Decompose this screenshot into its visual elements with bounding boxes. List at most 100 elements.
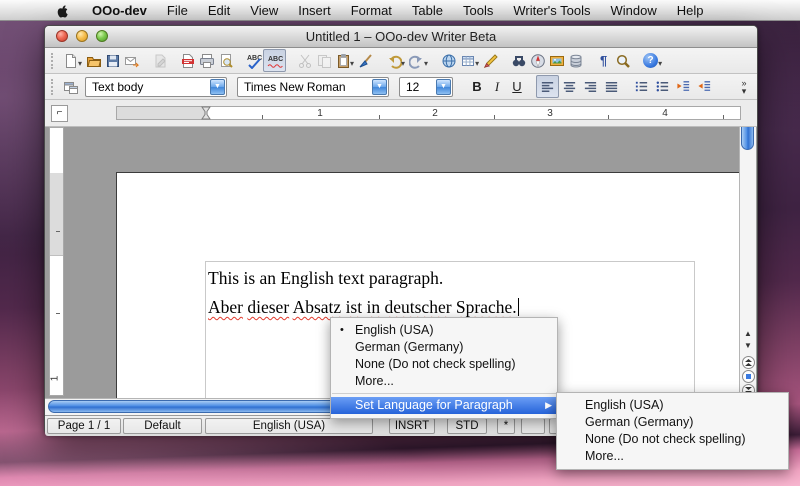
italic-button[interactable]: I <box>487 77 507 97</box>
menu-window[interactable]: Window <box>600 0 666 21</box>
ruler-tick <box>608 115 609 119</box>
spellcheck-icon[interactable]: ABC <box>244 51 263 71</box>
zoom-icon[interactable] <box>613 51 632 71</box>
horizontal-ruler[interactable]: 1 2 3 4 <box>116 106 741 120</box>
hyperlink-icon[interactable] <box>439 51 458 71</box>
menu-insert[interactable]: Insert <box>288 0 341 21</box>
align-center-button[interactable] <box>559 76 580 97</box>
styles-icon[interactable] <box>61 77 80 97</box>
minimize-button[interactable] <box>76 30 88 42</box>
gallery-icon[interactable] <box>547 51 566 71</box>
menu-table[interactable]: Table <box>402 0 453 21</box>
menu-item-german-germany[interactable]: German (Germany) <box>331 339 557 356</box>
bold-button[interactable]: B <box>467 77 487 97</box>
menu-item-english-usa[interactable]: •English (USA) <box>331 322 557 339</box>
status-page-number[interactable]: Page 1 / 1 <box>47 418 121 434</box>
formatting-marks-icon[interactable]: ¶ <box>594 51 613 71</box>
submenu-item-none-spelling[interactable]: None (Do not check spelling) <box>557 431 788 448</box>
new-dropdown-icon[interactable]: ▾ <box>78 59 82 68</box>
auto-spellcheck-icon[interactable]: ABC <box>263 49 286 72</box>
menu-writers-tools[interactable]: Writer's Tools <box>503 0 600 21</box>
toolbar-handle[interactable] <box>51 79 56 95</box>
status-language[interactable]: English (USA) <box>205 418 373 434</box>
menu-item-none-spelling[interactable]: None (Do not check spelling) <box>331 356 557 373</box>
previous-page-button[interactable] <box>742 356 755 369</box>
find-replace-icon[interactable] <box>509 51 528 71</box>
svg-text:ABC: ABC <box>247 55 262 62</box>
font-size-select[interactable]: 12 ▼ <box>399 77 453 97</box>
font-name-select[interactable]: Times New Roman ▼ <box>237 77 389 97</box>
open-icon[interactable] <box>84 51 103 71</box>
increase-indent-button[interactable] <box>694 76 715 97</box>
data-sources-icon[interactable] <box>566 51 585 71</box>
menu-view[interactable]: View <box>240 0 288 21</box>
align-right-button[interactable] <box>580 76 601 97</box>
clone-formatting-icon[interactable] <box>356 51 375 71</box>
save-icon[interactable] <box>103 51 122 71</box>
vertical-scrollbar-thumb[interactable] <box>741 127 754 150</box>
desktop: OOo-dev File Edit View Insert Format Tab… <box>0 0 800 486</box>
export-pdf-icon[interactable] <box>178 51 197 71</box>
copy-icon[interactable] <box>314 51 333 71</box>
status-signature <box>521 418 545 434</box>
svg-text:ABC: ABC <box>268 56 283 63</box>
email-icon[interactable] <box>122 51 141 71</box>
menu-help[interactable]: Help <box>667 0 714 21</box>
ruler-tick <box>56 313 60 314</box>
navigation-button[interactable] <box>742 370 755 383</box>
menu-item-more[interactable]: More... <box>331 373 557 390</box>
apple-menu-icon[interactable] <box>52 3 74 18</box>
ruler-margin-area <box>117 107 206 119</box>
page-preview-icon[interactable] <box>216 51 235 71</box>
menu-file[interactable]: File <box>157 0 198 21</box>
dropdown-arrow-icon[interactable]: ▼ <box>210 79 225 95</box>
status-insert-mode[interactable]: INSRT <box>389 418 435 434</box>
paragraph-language-submenu: English (USA) German (Germany) None (Do … <box>556 392 789 470</box>
paragraph-style-select[interactable]: Text body ▼ <box>85 77 227 97</box>
dropdown-arrow-icon[interactable]: ▼ <box>436 79 451 95</box>
draw-functions-icon[interactable] <box>481 51 500 71</box>
zoom-window-button[interactable] <box>96 30 108 42</box>
toolbar-handle[interactable] <box>51 53 56 69</box>
print-icon[interactable] <box>197 51 216 71</box>
navigator-icon[interactable] <box>528 51 547 71</box>
align-left-button[interactable] <box>536 75 559 98</box>
vertical-ruler[interactable]: 1 <box>49 127 64 396</box>
menu-tools[interactable]: Tools <box>453 0 503 21</box>
edit-file-icon[interactable] <box>150 51 169 71</box>
status-page-style[interactable]: Default <box>123 418 202 434</box>
ruler-row: ⌐ 1 2 3 4 <box>45 100 757 127</box>
submenu-item-more[interactable]: More... <box>557 448 788 465</box>
table-dropdown-icon[interactable]: ▾ <box>475 59 479 68</box>
justify-button[interactable] <box>601 76 622 97</box>
formatting-toolbar-overflow-icon[interactable]: ▾ <box>742 87 747 95</box>
bullet-list-button[interactable] <box>652 76 673 97</box>
status-modified-flag: * <box>497 418 515 434</box>
menu-ooo-dev[interactable]: OOo-dev <box>82 0 157 21</box>
menu-edit[interactable]: Edit <box>198 0 240 21</box>
dropdown-arrow-icon[interactable]: ▼ <box>372 79 387 95</box>
tab-stop-selector[interactable]: ⌐ <box>51 105 68 122</box>
ruler-tick <box>494 115 495 119</box>
undo-dropdown-icon[interactable]: ▾ <box>401 59 405 68</box>
ruler-tick <box>56 231 60 232</box>
standard-toolbar-overflow-icon[interactable]: ▾ <box>658 59 662 68</box>
font-name-value: Times New Roman <box>238 80 372 94</box>
submenu-item-german-germany[interactable]: German (Germany) <box>557 414 788 431</box>
decrease-indent-button[interactable] <box>673 76 694 97</box>
paste-dropdown-icon[interactable]: ▾ <box>350 59 354 68</box>
menu-item-set-language-paragraph[interactable]: Set Language for Paragraph▶ <box>331 397 557 414</box>
scroll-up-icon[interactable]: ▲ <box>740 329 756 338</box>
scroll-down-icon[interactable]: ▼ <box>740 341 756 350</box>
underline-button[interactable]: U <box>507 77 527 97</box>
numbered-list-button[interactable] <box>631 76 652 97</box>
close-button[interactable] <box>56 30 68 42</box>
redo-dropdown-icon[interactable]: ▾ <box>424 59 428 68</box>
submenu-item-english-usa[interactable]: English (USA) <box>557 397 788 414</box>
menu-format[interactable]: Format <box>341 0 402 21</box>
title-bar[interactable]: Untitled 1 – OOo-dev Writer Beta <box>45 26 757 48</box>
cut-icon[interactable] <box>295 51 314 71</box>
indent-marker[interactable] <box>201 106 211 121</box>
status-selection-mode[interactable]: STD <box>447 418 487 434</box>
vertical-scrollbar[interactable]: ▲ ▼ <box>739 127 756 398</box>
